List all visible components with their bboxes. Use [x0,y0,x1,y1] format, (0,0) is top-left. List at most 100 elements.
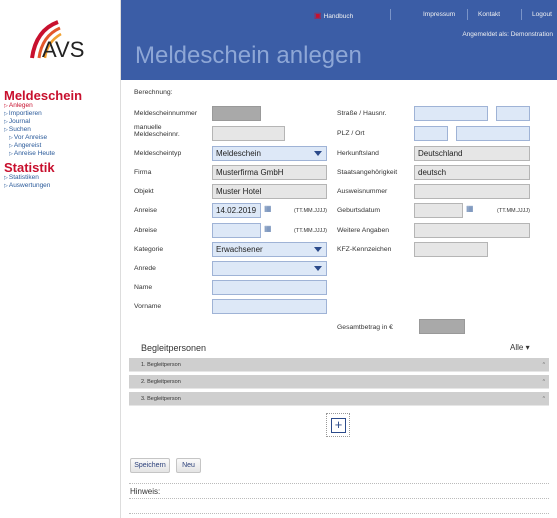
gesamtbetrag-label: Gesamtbetrag in € [337,324,393,331]
header: ▣ Handbuch Impressum Kontakt Logout Angem… [121,0,557,80]
berechnung-label: Berechnung: [134,89,173,96]
meldescheinnummer-label: Meldescheinnummer [134,110,198,117]
logo-text: AVS [42,37,84,60]
alle-dropdown[interactable]: Alle ▾ [510,343,530,352]
nav-item-suchen[interactable]: ▷Suchen [4,126,31,133]
divider [129,513,549,514]
anrede-select[interactable] [212,261,327,276]
strasse-label: Straße / Hausnr. [337,110,387,117]
divider [129,498,549,499]
avs-logo[interactable]: AVS [28,18,100,60]
abreise-format-hint: (TT.MM.JJJJ) [294,228,327,234]
geburtsdatum-date-input[interactable] [414,203,463,218]
chevron-up-icon: ^ [542,379,545,385]
meldescheintyp-label: Meldescheintyp [134,150,182,157]
nav-heading-meldeschein: Meldeschein [4,88,83,103]
logout-link[interactable]: Logout [532,11,552,18]
nav-item-angereist[interactable]: ▷Angereist [9,142,41,149]
kategorie-label: Kategorie [134,246,164,253]
anreise-format-hint: (TT.MM.JJJJ) [294,208,327,214]
main-content: Berechnung: Meldescheinnummer manuelle M… [121,80,557,518]
nav-item-journal[interactable]: ▷Journal [4,118,30,125]
calendar-icon[interactable]: ▦ [264,224,272,233]
calendar-icon[interactable]: ▦ [466,204,474,213]
add-begleitperson-area: + [326,413,350,437]
page-title: Meldeschein anlegen [135,42,362,69]
nav-item-anlegen[interactable]: ▷Anlegen [4,102,33,109]
speichern-button[interactable]: Speichern [130,458,170,473]
plz-ort-label: PLZ / Ort [337,130,365,137]
plz-field[interactable] [414,126,448,141]
calendar-icon[interactable]: ▦ [264,204,272,213]
ausweisnummer-label: Ausweisnummer [337,188,388,195]
triangle-right-icon: ▷ [9,151,13,157]
kfz-kennzeichen-field[interactable] [414,242,488,257]
divider [467,9,468,20]
gesamtbetrag-field [419,319,465,334]
chevron-up-icon: ^ [542,396,545,402]
add-begleitperson-button[interactable]: + [331,418,346,433]
abreise-label: Abreise [134,227,158,234]
triangle-right-icon: ▷ [4,127,8,133]
triangle-right-icon: ▷ [9,135,13,141]
hinweis-label: Hinweis: [130,487,161,496]
sidebar: AVS Meldeschein ▷Anlegen ▷Importieren ▷J… [0,0,121,518]
herkunftsland-field[interactable]: Deutschland [414,146,530,161]
weitere-angaben-field[interactable] [414,223,530,238]
triangle-right-icon: ▷ [9,143,13,149]
nav-item-anreise-heute[interactable]: ▷Anreise Heute [9,150,55,157]
triangle-right-icon: ▷ [4,183,8,189]
name-field[interactable] [212,280,327,295]
begleitperson-row[interactable]: 1. Begleitperson ^ [129,358,549,372]
name-label: Name [134,284,153,291]
begleitpersonen-heading: Begleitpersonen [141,343,207,353]
kategorie-select[interactable]: Erwachsener [212,242,327,257]
handbuch-link[interactable]: ▣ Handbuch [314,11,353,20]
book-icon: ▣ [314,11,322,20]
staatsangehoerigkeit-field[interactable]: deutsch [414,165,530,180]
nav-item-auswertungen[interactable]: ▷Auswertungen [4,182,50,189]
objekt-label: Objekt [134,188,154,195]
anreise-date-input[interactable]: 14.02.2019 [212,203,261,218]
geburtsdatum-format-hint: (TT.MM.JJJJ) [497,208,530,214]
neu-button[interactable]: Neu [176,458,201,473]
nav-item-vor-anreise[interactable]: ▷Vor Anreise [9,134,47,141]
chevron-down-icon [314,151,322,156]
divider [390,9,391,20]
kontakt-link[interactable]: Kontakt [478,11,500,18]
meldescheinnummer-field [212,106,261,121]
chevron-up-icon: ^ [542,362,545,368]
logged-in-status: Angemeldet als: Demonstration [462,31,553,38]
manuelle-meldescheinnr-field[interactable] [212,126,285,141]
begleitperson-row[interactable]: 2. Begleitperson ^ [129,375,549,389]
begleitperson-row[interactable]: 3. Begleitperson ^ [129,392,549,406]
triangle-right-icon: ▷ [4,111,8,117]
nav-item-statistiken[interactable]: ▷Statistiken [4,174,39,181]
kfz-kennzeichen-label: KFZ-Kennzeichen [337,246,392,253]
meldescheintyp-select[interactable]: Meldeschein [212,146,327,161]
chevron-down-icon [314,266,322,271]
geburtsdatum-label: Geburtsdatum [337,207,381,214]
ausweisnummer-field[interactable] [414,184,530,199]
abreise-date-input[interactable] [212,223,261,238]
objekt-field[interactable]: Muster Hotel [212,184,327,199]
strasse-field[interactable] [414,106,488,121]
impressum-link[interactable]: Impressum [423,11,455,18]
triangle-right-icon: ▷ [4,103,8,109]
anreise-label: Anreise [134,207,158,214]
triangle-right-icon: ▷ [4,175,8,181]
divider [129,483,549,484]
vorname-label: Vorname [134,303,162,310]
anrede-label: Anrede [134,265,156,272]
triangle-right-icon: ▷ [4,119,8,125]
hausnr-field[interactable] [496,106,530,121]
divider [521,9,522,20]
vorname-field[interactable] [212,299,327,314]
firma-field[interactable]: Musterfirma GmbH [212,165,327,180]
nav-item-importieren[interactable]: ▷Importieren [4,110,42,117]
nav-heading-statistik: Statistik [4,160,55,175]
ort-field[interactable] [456,126,530,141]
firma-label: Firma [134,169,152,176]
manuelle-meldescheinnr-label: manuelle Meldescheinnr. [134,124,180,139]
weitere-angaben-label: Weitere Angaben [337,227,390,234]
